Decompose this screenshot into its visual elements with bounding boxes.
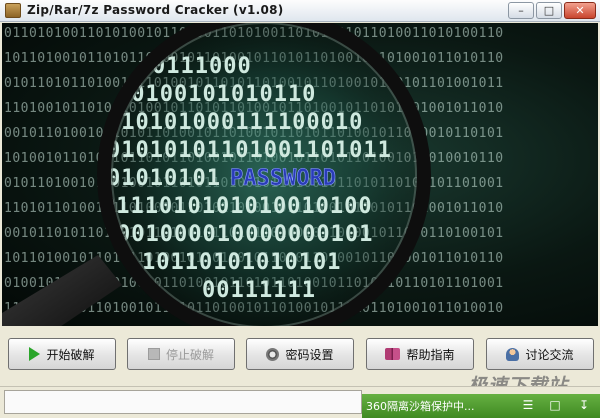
password-settings-button[interactable]: 密码设置 [246,338,354,370]
sandbox-tray-icon[interactable]: ☰ [520,397,536,413]
close-button[interactable]: ✕ [564,2,596,19]
window-title: Zip/Rar/7z Password Cracker (v1.08) [27,3,284,17]
user-icon [506,347,520,361]
banner-artwork: 0110101001101010010110100110101001101010… [2,23,503,326]
password-highlight-word: PASSWORD [230,166,336,191]
help-guide-button[interactable]: 帮助指南 [366,338,474,370]
stop-crack-button[interactable]: 停止破解 [127,338,235,370]
magnified-binary-row: 10110101010101 [142,250,341,275]
pin-icon[interactable]: ↧ [576,397,592,413]
banner-image: 0110101001101010010110100110101001101010… [2,23,598,326]
help-guide-label: 帮助指南 [406,347,455,362]
stop-crack-label: 停止破解 [165,347,214,362]
password-settings-label: 密码设置 [285,347,334,362]
sandbox-notice-text: 360隔离沙箱保护中... [366,400,475,413]
magnified-binary-row: 001000010000000101 [117,222,373,247]
magnified-binary-row: 010101000111100010 [107,110,363,135]
magnified-binary-row: 00111111 [202,278,316,303]
magnified-binary-row: 01010101101001101011 [107,138,392,163]
discussion-label: 讨论交流 [525,347,574,362]
book-icon [385,348,401,360]
magnified-binary-row: 01010101 [107,166,221,191]
app-icon [5,3,21,18]
magnified-binary-row: 10100101010110 [117,82,316,107]
start-crack-label: 开始破解 [46,347,95,362]
magnified-binary-row: 0111010101010010100 [102,194,373,219]
gear-icon [266,347,280,361]
maximize-button[interactable]: □ [536,2,562,19]
discussion-button[interactable]: 讨论交流 [486,338,594,370]
play-icon [29,347,41,361]
status-field [4,390,362,414]
minimize-button[interactable]: – [508,2,534,19]
stop-icon [147,348,160,360]
start-crack-button[interactable]: 开始破解 [8,338,116,370]
title-bar: Zip/Rar/7z Password Cracker (v1.08) – □ … [0,0,600,22]
folder-icon[interactable]: □ [547,397,563,413]
